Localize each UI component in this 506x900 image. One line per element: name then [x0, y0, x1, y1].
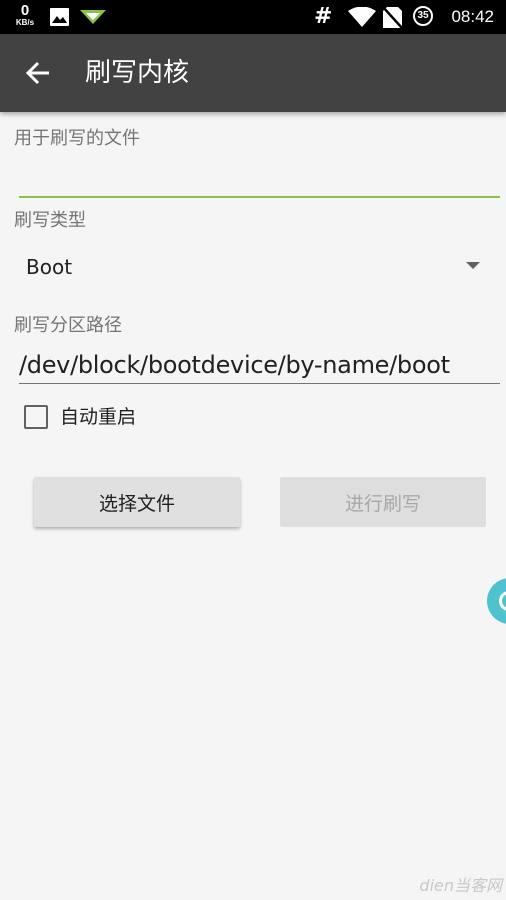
battery-icon: 35	[413, 6, 433, 26]
select-file-button[interactable]: 选择文件	[34, 477, 240, 527]
flash-button[interactable]: 进行刷写	[280, 477, 486, 527]
app-bar: 刷写内核	[0, 34, 506, 112]
flash-type-dropdown[interactable]: Boot	[14, 246, 494, 288]
no-sim-icon	[383, 7, 402, 28]
floating-assistant-button[interactable]	[487, 578, 506, 624]
back-button[interactable]	[18, 53, 58, 93]
image-icon	[50, 8, 69, 26]
wifi-icon	[348, 7, 376, 27]
partition-path-input[interactable]	[19, 346, 500, 384]
clock: 08:42	[451, 7, 494, 26]
flash-type-value: Boot	[26, 255, 73, 279]
flash-type-label: 刷写类型	[14, 210, 86, 231]
checkbox-icon	[24, 405, 48, 429]
watermark-logo: dien当客网	[419, 876, 502, 895]
hash-icon: #	[314, 4, 333, 29]
screen: 0 KB/s # 35 08:42 刷写内核 用于刷写的文件 刷写类型 Boot…	[0, 0, 506, 900]
status-bar: 0 KB/s # 35 08:42	[0, 0, 506, 34]
network-speed-value: 0	[20, 2, 30, 19]
dropdown-arrow-icon	[466, 262, 480, 269]
partition-label: 刷写分区路径	[14, 315, 122, 336]
network-speed-unit: KB/s	[15, 18, 35, 27]
auto-reboot-label: 自动重启	[60, 406, 137, 428]
file-label: 用于刷写的文件	[14, 128, 140, 149]
file-input[interactable]	[19, 160, 500, 198]
arrow-back-icon	[25, 61, 49, 85]
page-title: 刷写内核	[85, 58, 190, 88]
notification-icon	[80, 10, 106, 24]
network-speed: 0 KB/s	[12, 3, 38, 27]
circle-icon	[499, 591, 506, 611]
